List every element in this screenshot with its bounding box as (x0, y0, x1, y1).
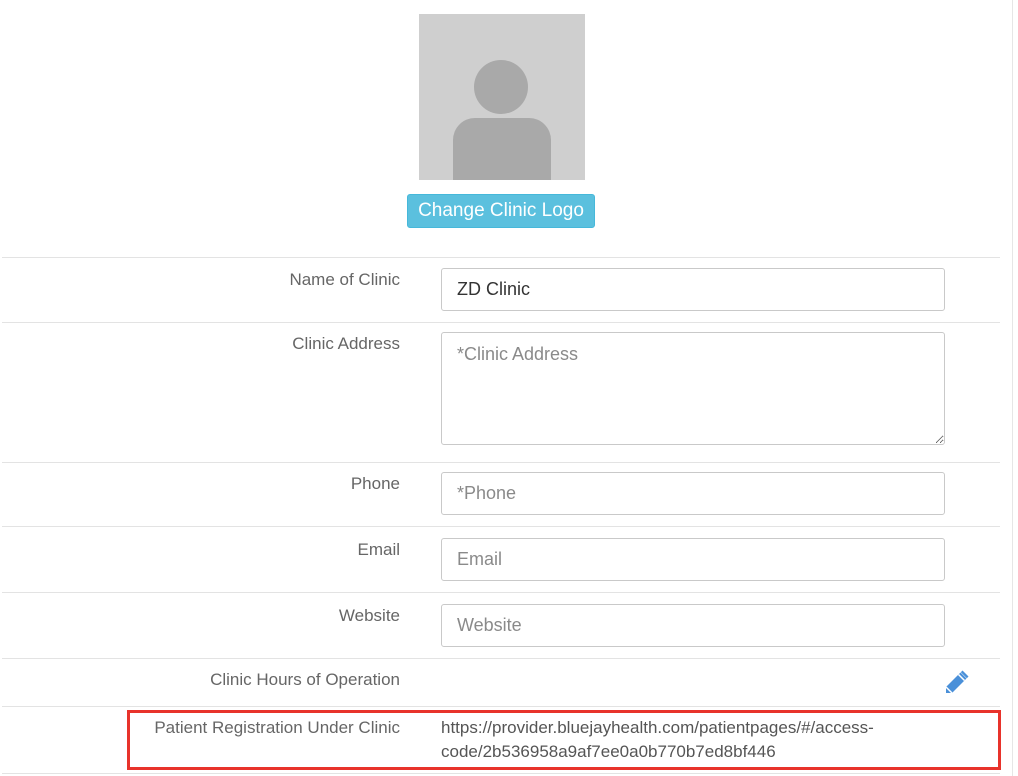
registration-url-line-1: https://provider.bluejayhealth.com/patie… (441, 718, 874, 737)
row-divider (2, 592, 1000, 593)
row-divider (2, 658, 1000, 659)
row-divider (2, 773, 1000, 774)
avatar-body-icon (453, 118, 551, 180)
row-divider (2, 706, 1000, 707)
change-clinic-logo-button[interactable]: Change Clinic Logo (407, 194, 595, 228)
name-of-clinic-label: Name of Clinic (289, 270, 400, 289)
patient-registration-label: Patient Registration Under Clinic (154, 718, 400, 737)
website-label: Website (338, 606, 400, 625)
page-right-border (1012, 0, 1013, 776)
row-divider (2, 526, 1000, 527)
clinic-address-label: Clinic Address (292, 334, 400, 353)
clinic-name-input[interactable] (441, 268, 945, 311)
patient-registration-url[interactable]: https://provider.bluejayhealth.com/patie… (441, 716, 961, 764)
clinic-logo-section: Change Clinic Logo (0, 0, 1000, 257)
phone-label: Phone (350, 474, 400, 493)
clinic-hours-label: Clinic Hours of Operation (210, 670, 400, 689)
phone-input[interactable] (441, 472, 945, 515)
email-input[interactable] (441, 538, 945, 581)
clinic-address-textarea[interactable] (441, 332, 945, 445)
registration-url-line-2: code/2b536958a9af7ee0a0b770b7ed8bf446 (441, 742, 776, 761)
email-label: Email (357, 540, 400, 559)
row-divider (2, 322, 1000, 323)
clinic-logo-placeholder (419, 14, 585, 180)
row-divider (2, 257, 1000, 258)
row-divider (2, 462, 1000, 463)
avatar-head-icon (474, 60, 528, 114)
website-input[interactable] (441, 604, 945, 647)
pencil-icon[interactable] (941, 668, 971, 698)
